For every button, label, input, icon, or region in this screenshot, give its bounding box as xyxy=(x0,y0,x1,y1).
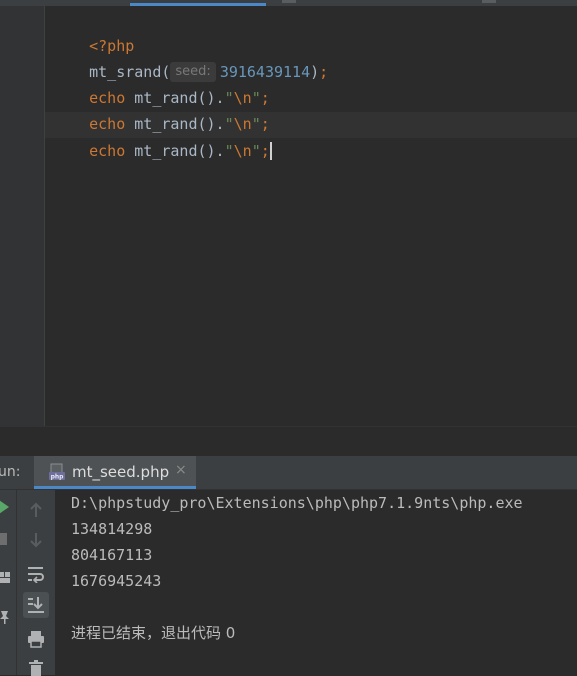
run-tab-mt-seed[interactable]: php mt_seed.php × xyxy=(34,456,196,489)
run-tab-title: mt_seed.php xyxy=(72,463,170,481)
console-line-output: 804167113 xyxy=(71,546,153,564)
console-line-output: 134814298 xyxy=(71,520,153,538)
console-line-output: 1676945243 xyxy=(71,572,162,590)
code-line-1[interactable]: <?php xyxy=(53,7,134,55)
code-line-3[interactable]: echo mt_rand()."\n"; xyxy=(53,59,270,107)
run-tool-window-header: un: php mt_seed.php × xyxy=(0,456,577,490)
scroll-to-end-button[interactable] xyxy=(23,592,49,618)
editor-gutter xyxy=(0,6,44,426)
arrow-down-icon[interactable] xyxy=(29,532,43,548)
console-line-command: D:\phpstudy_pro\Extensions\php\php7.1.9n… xyxy=(71,494,523,512)
stop-icon[interactable] xyxy=(0,533,9,545)
print-icon[interactable] xyxy=(27,630,45,648)
code-editor[interactable]: <?php mt_srand(seed: 3916439114); echo mt… xyxy=(45,6,577,426)
soft-wrap-icon[interactable] xyxy=(27,565,45,583)
editor-tab-edge[interactable] xyxy=(282,0,296,3)
function-call: mt_rand(). xyxy=(125,142,225,160)
console-line-exit-status: 进程已结束，退出代码 0 xyxy=(71,624,236,642)
code-line-5[interactable]: echo mt_rand()."\n"; xyxy=(53,112,272,160)
escape-sequence: \n xyxy=(233,142,252,160)
scroll-to-end-icon xyxy=(28,597,44,613)
active-tab-underline xyxy=(34,486,196,489)
code-line-4[interactable]: echo mt_rand()."\n"; xyxy=(53,85,270,133)
play-icon[interactable] xyxy=(0,500,11,514)
semicolon: ; xyxy=(319,63,329,81)
pin-icon[interactable] xyxy=(0,610,11,624)
run-toolbar-secondary xyxy=(17,490,55,676)
console-output[interactable]: D:\phpstudy_pro\Extensions\php\php7.1.9n… xyxy=(55,490,577,675)
trash-icon[interactable] xyxy=(29,660,43,676)
layout-icon[interactable] xyxy=(0,571,11,585)
close-icon[interactable]: × xyxy=(175,462,187,478)
editor-panel-separator[interactable] xyxy=(0,426,577,457)
run-panel-label: un: xyxy=(0,464,21,480)
editor-tab-edge[interactable] xyxy=(482,0,496,3)
string-quote: " xyxy=(224,142,234,160)
php-file-icon: php xyxy=(49,463,65,481)
text-caret xyxy=(269,142,272,160)
run-toolbar-primary xyxy=(0,490,17,675)
string-quote: " xyxy=(251,142,261,160)
svg-text:php: php xyxy=(51,474,65,481)
semicolon: ; xyxy=(260,142,270,160)
close-paren: ) xyxy=(310,63,320,81)
echo-keyword: echo xyxy=(89,142,126,160)
code-line-2[interactable]: mt_srand(seed: 3916439114); xyxy=(53,33,328,82)
arrow-up-icon[interactable] xyxy=(29,502,43,518)
